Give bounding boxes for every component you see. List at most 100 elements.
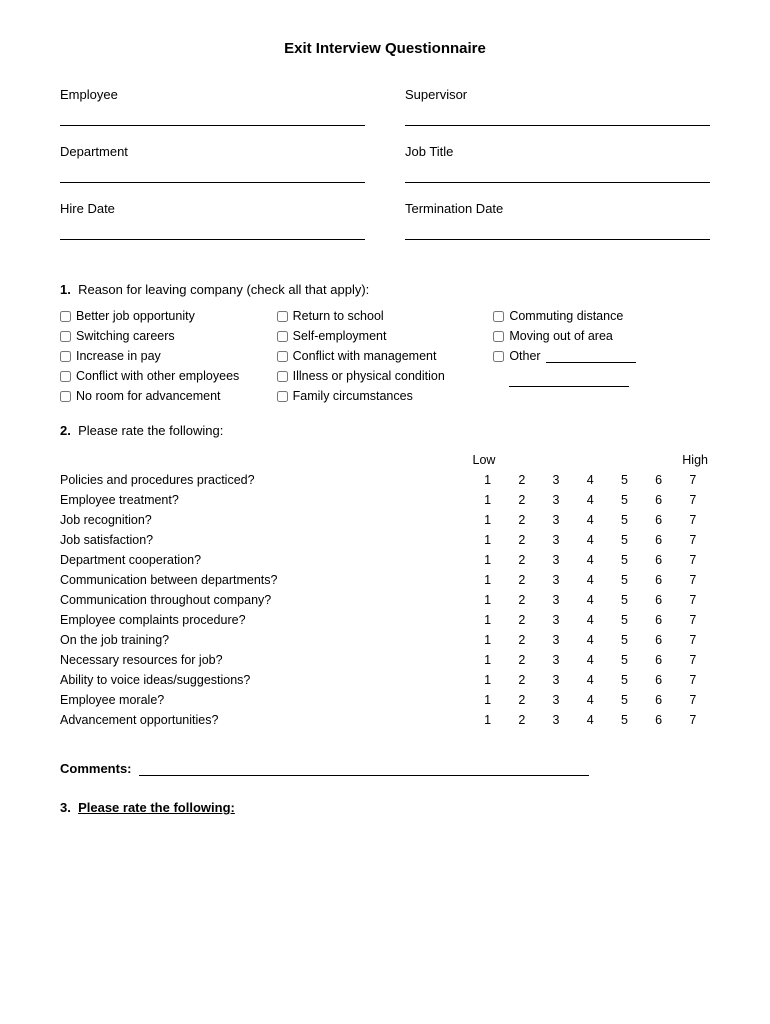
- termination-date-field: Termination Date: [405, 201, 710, 240]
- checkbox-better-job[interactable]: [60, 311, 71, 322]
- rating-scale-value: 5: [607, 610, 641, 630]
- rating-scale-value: 4: [573, 530, 607, 550]
- checkbox-increase-pay[interactable]: [60, 351, 71, 362]
- checkbox-illness[interactable]: [277, 371, 288, 382]
- label-conflict-mgmt: Conflict with management: [293, 349, 437, 363]
- table-row: Department cooperation?1234567: [60, 550, 710, 570]
- employee-field: Employee: [60, 87, 365, 126]
- rating-row-label: Employee complaints procedure?: [60, 610, 471, 630]
- rating-scale-value: 1: [471, 510, 505, 530]
- rating-scale-value: 5: [607, 510, 641, 530]
- rating-table-header-row: Low High: [60, 450, 710, 470]
- list-item: Commuting distance: [493, 309, 710, 323]
- rating-scale-value: 7: [676, 510, 710, 530]
- rating-scale-value: 2: [505, 550, 539, 570]
- termination-date-label: Termination Date: [405, 201, 710, 216]
- list-item: Better job opportunity: [60, 309, 277, 323]
- rating-scale-value: 2: [505, 470, 539, 490]
- rating-scale-value: 1: [471, 530, 505, 550]
- rating-table-body: Policies and procedures practiced?123456…: [60, 470, 710, 730]
- rating-row-label: Advancement opportunities?: [60, 710, 471, 730]
- rating-scale-value: 7: [676, 590, 710, 610]
- label-moving: Moving out of area: [509, 329, 613, 343]
- checkbox-no-room[interactable]: [60, 391, 71, 402]
- rating-scale-value: 3: [539, 630, 573, 650]
- label-other: Other: [509, 349, 540, 363]
- col-num-header-2: [505, 450, 539, 470]
- rating-scale-value: 1: [471, 550, 505, 570]
- rating-scale-value: 6: [642, 630, 676, 650]
- rating-scale-value: 2: [505, 650, 539, 670]
- checkbox-col2: Return to school Self-employment Conflic…: [277, 309, 494, 403]
- checkbox-self-employment[interactable]: [277, 331, 288, 342]
- rating-scale-value: 2: [505, 590, 539, 610]
- table-row: Communication throughout company?1234567: [60, 590, 710, 610]
- rating-scale-value: 7: [676, 710, 710, 730]
- section2: 2. Please rate the following: Low High P…: [60, 423, 710, 730]
- rating-scale-value: 1: [471, 690, 505, 710]
- rating-row-label: Communication between departments?: [60, 570, 471, 590]
- checkbox-other[interactable]: [493, 351, 504, 362]
- list-item: Illness or physical condition: [277, 369, 494, 383]
- col-num-header-5: [607, 450, 641, 470]
- rating-scale-value: 2: [505, 610, 539, 630]
- checkbox-switching-careers[interactable]: [60, 331, 71, 342]
- rating-scale-value: 3: [539, 590, 573, 610]
- label-illness: Illness or physical condition: [293, 369, 445, 383]
- other-fill-line: [546, 349, 636, 363]
- section3-heading: Please rate the following:: [78, 800, 235, 815]
- supervisor-label: Supervisor: [405, 87, 710, 102]
- list-item: Increase in pay: [60, 349, 277, 363]
- high-header: High: [676, 450, 710, 470]
- rating-scale-value: 7: [676, 550, 710, 570]
- rating-scale-value: 6: [642, 510, 676, 530]
- rating-scale-value: 7: [676, 530, 710, 550]
- section3-number: 3.: [60, 800, 71, 815]
- rating-row-label: Job satisfaction?: [60, 530, 471, 550]
- job-title-line: [405, 163, 710, 183]
- hire-date-label: Hire Date: [60, 201, 365, 216]
- rating-scale-value: 6: [642, 490, 676, 510]
- checkbox-conflict-mgmt[interactable]: [277, 351, 288, 362]
- col-num-header-4: [573, 450, 607, 470]
- termination-date-line: [405, 220, 710, 240]
- list-item: Return to school: [277, 309, 494, 323]
- rating-scale-value: 4: [573, 630, 607, 650]
- checkbox-conflict-employees[interactable]: [60, 371, 71, 382]
- checkbox-commuting[interactable]: [493, 311, 504, 322]
- list-item: Self-employment: [277, 329, 494, 343]
- rating-scale-value: 7: [676, 690, 710, 710]
- checkbox-return-school[interactable]: [277, 311, 288, 322]
- rating-scale-value: 2: [505, 570, 539, 590]
- table-row: Employee morale?1234567: [60, 690, 710, 710]
- label-no-room: No room for advancement: [76, 389, 221, 403]
- rating-scale-value: 6: [642, 550, 676, 570]
- rating-scale-value: 2: [505, 510, 539, 530]
- comments-label: Comments:: [60, 761, 132, 776]
- rating-scale-value: 3: [539, 490, 573, 510]
- table-row: Communication between departments?123456…: [60, 570, 710, 590]
- rating-scale-value: 7: [676, 650, 710, 670]
- checkbox-moving[interactable]: [493, 331, 504, 342]
- rating-scale-value: 4: [573, 590, 607, 610]
- job-title-label: Job Title: [405, 144, 710, 159]
- label-return-school: Return to school: [293, 309, 384, 323]
- low-header: Low: [471, 450, 505, 470]
- table-row: Ability to voice ideas/suggestions?12345…: [60, 670, 710, 690]
- label-conflict-employees: Conflict with other employees: [76, 369, 239, 383]
- label-commuting: Commuting distance: [509, 309, 623, 323]
- job-title-field: Job Title: [405, 144, 710, 183]
- supervisor-line: [405, 106, 710, 126]
- label-switching-careers: Switching careers: [76, 329, 175, 343]
- department-label: Department: [60, 144, 365, 159]
- label-increase-pay: Increase in pay: [76, 349, 161, 363]
- table-row: Employee complaints procedure?1234567: [60, 610, 710, 630]
- rating-scale-value: 1: [471, 650, 505, 670]
- rating-scale-value: 3: [539, 670, 573, 690]
- rating-scale-value: 6: [642, 610, 676, 630]
- checkbox-family[interactable]: [277, 391, 288, 402]
- rating-scale-value: 3: [539, 690, 573, 710]
- hire-date-field: Hire Date: [60, 201, 365, 240]
- section3: 3. Please rate the following:: [60, 800, 710, 815]
- rating-scale-value: 3: [539, 510, 573, 530]
